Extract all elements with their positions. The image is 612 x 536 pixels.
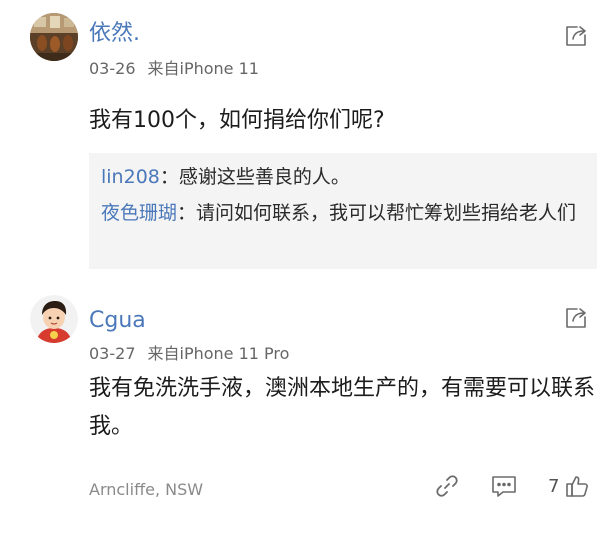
thumbs-up-icon[interactable] (564, 473, 590, 499)
cartoon-boy-red-shirt-avatar-icon (30, 295, 78, 343)
comment-text: 我有免洗洗手液，澳洲本地生产的，有需要可以联系我。 (89, 376, 596, 439)
user-avatar[interactable] (30, 13, 78, 61)
user-avatar[interactable] (30, 295, 78, 343)
comment-item: 依然. 03-26 来自iPhone 11 我有100个，如何捐给你们呢? lin… (0, 0, 612, 282)
violin-room-photo-avatar-icon (30, 13, 78, 61)
username[interactable]: 依然. (89, 15, 140, 47)
username[interactable]: Cgua (89, 308, 146, 333)
reply-text: ：请问如何联系，我可以帮忙筹划些捐给老人们 (177, 202, 577, 224)
location-text: Arncliffe, NSW (89, 480, 204, 499)
comment-actions: 7 (428, 473, 588, 501)
comment-meta: 03-27 来自iPhone 11 Pro (89, 340, 289, 364)
reply-text: ：感谢这些善良的人。 (159, 166, 350, 188)
device-source: 来自iPhone 11 Pro (147, 344, 290, 363)
reply-item[interactable]: 夜色珊瑚：请问如何联系，我可以帮忙筹划些捐给老人们 (101, 197, 591, 229)
share-icon[interactable] (564, 24, 588, 48)
link-icon[interactable] (434, 473, 460, 499)
comment-meta: 03-26 来自iPhone 11 (89, 55, 259, 79)
comment-date: 03-27 (89, 344, 136, 363)
device-source: 来自iPhone 11 (147, 59, 259, 78)
reply-icon[interactable] (490, 473, 518, 499)
reply-username[interactable]: lin208 (101, 166, 160, 188)
comment-text: 我有100个，如何捐给你们呢? (89, 108, 385, 133)
like-count: 7 (548, 476, 560, 497)
reply-username[interactable]: 夜色珊瑚 (101, 202, 177, 224)
comment-date: 03-26 (89, 59, 136, 78)
comment-item: Cgua 03-27 来自iPhone 11 Pro 我有免洗洗手液，澳洲本地生产… (0, 282, 612, 536)
reply-box[interactable]: lin208：感谢这些善良的人。 夜色珊瑚：请问如何联系，我可以帮忙筹划些捐给老… (89, 153, 597, 269)
reply-item[interactable]: lin208：感谢这些善良的人。 (101, 161, 591, 193)
share-icon[interactable] (564, 306, 588, 330)
